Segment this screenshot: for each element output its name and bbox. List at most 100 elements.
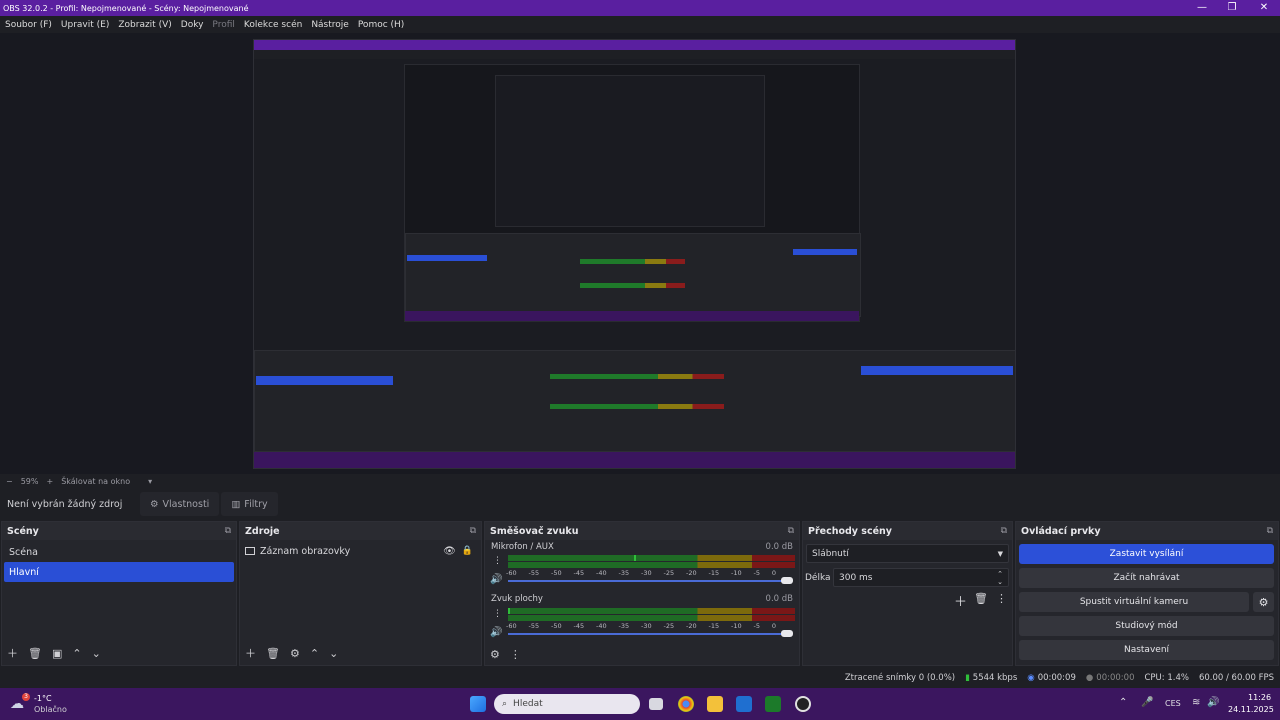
close-button[interactable]: ✕ xyxy=(1248,0,1280,16)
level-meter xyxy=(508,615,795,621)
properties-button[interactable]: ⚙ Vlastnosti xyxy=(140,492,220,516)
undock-icon[interactable]: ⧉ xyxy=(225,526,231,536)
menu-docks[interactable]: Doky xyxy=(181,20,204,30)
stop-streaming-button[interactable]: Zastavit vysílání xyxy=(1019,544,1274,564)
channel-menu-icon[interactable]: ⋮ xyxy=(493,556,502,566)
virtual-camera-settings-gear-icon[interactable]: ⚙ xyxy=(1253,592,1274,612)
volume-slider[interactable] xyxy=(508,633,788,635)
duration-spinbox[interactable]: 300 ms ⌃ ⌄ xyxy=(833,568,1009,587)
filters-button[interactable]: ▥ Filtry xyxy=(221,492,278,516)
zoom-in-button[interactable]: + xyxy=(46,477,53,486)
search-icon: ⌕ xyxy=(502,699,508,709)
move-up-icon[interactable]: ⌃ xyxy=(310,647,319,660)
terminal-icon[interactable] xyxy=(765,696,781,712)
channel-menu-icon[interactable]: ⋮ xyxy=(493,609,502,619)
menu-scene-collection[interactable]: Kolekce scén xyxy=(244,20,302,30)
clock-date[interactable]: 24.11.2025 xyxy=(1228,705,1274,714)
add-transition-icon[interactable]: ＋ xyxy=(954,591,967,610)
more-options-icon[interactable]: ⋮ xyxy=(510,648,521,661)
spin-up-icon[interactable]: ⌃ xyxy=(997,570,1003,578)
menu-view[interactable]: Zobrazit (V) xyxy=(118,20,171,30)
language-indicator[interactable]: CES xyxy=(1165,699,1181,708)
tick-label: -30 xyxy=(641,569,652,577)
scene-item-selected[interactable]: Hlavní xyxy=(4,562,234,582)
source-item[interactable]: Záznam obrazovky 👁 🔒 xyxy=(240,541,481,561)
volume-icon[interactable]: 🔊 xyxy=(1207,697,1219,708)
undock-icon[interactable]: ⧉ xyxy=(788,526,794,536)
scene-item[interactable]: Scéna xyxy=(4,542,234,562)
chevron-down-icon: ▼ xyxy=(997,549,1003,558)
tick-label: -60 xyxy=(506,622,517,630)
taskbar-search[interactable]: ⌕ Hledat xyxy=(494,694,640,714)
preview-canvas[interactable] xyxy=(253,39,1016,469)
chrome-icon[interactable] xyxy=(678,696,694,712)
more-options-icon[interactable]: ⋮ xyxy=(996,592,1007,605)
channel-db: 0.0 dB xyxy=(765,542,793,552)
menu-help[interactable]: Pomoc (H) xyxy=(358,20,405,30)
volume-slider[interactable] xyxy=(508,580,788,582)
volume-slider-handle[interactable] xyxy=(781,577,793,584)
duration-label: Délka xyxy=(805,573,831,583)
speaker-icon[interactable]: 🔊 xyxy=(490,627,502,638)
scene-filters-icon[interactable]: ▣ xyxy=(52,647,62,660)
lock-icon[interactable]: 🔒 xyxy=(462,546,473,556)
advanced-audio-icon[interactable]: ⚙ xyxy=(490,648,500,661)
tick-label: -55 xyxy=(528,569,540,577)
menu-tools[interactable]: Nástroje xyxy=(311,20,349,30)
menu-file[interactable]: Soubor (F) xyxy=(5,20,52,30)
nested-lower-meter-2 xyxy=(550,404,724,409)
move-up-icon[interactable]: ⌃ xyxy=(72,647,81,660)
zoom-out-button[interactable]: − xyxy=(6,477,13,486)
settings-button[interactable]: Nastavení xyxy=(1019,640,1274,660)
obs-icon[interactable] xyxy=(795,696,811,712)
tick-label: 0 xyxy=(771,569,776,577)
start-recording-button[interactable]: Začít nahrávat xyxy=(1019,568,1274,588)
transition-value: Slábnutí xyxy=(812,548,849,559)
nested-main-scene xyxy=(256,376,393,385)
trash-icon[interactable]: 🗑 xyxy=(266,647,280,660)
transition-select[interactable]: Slábnutí ▼ xyxy=(806,544,1009,563)
undock-icon[interactable]: ⧉ xyxy=(470,526,476,536)
store-icon[interactable] xyxy=(736,696,752,712)
clock-time[interactable]: 11:26 xyxy=(1248,693,1271,702)
tick-label: -35 xyxy=(618,622,630,630)
tick-label: -30 xyxy=(641,622,652,630)
spin-down-icon[interactable]: ⌄ xyxy=(997,578,1003,586)
task-view-icon[interactable] xyxy=(649,698,663,710)
mixer-footer: ⚙ ⋮ xyxy=(490,648,521,661)
restore-button[interactable]: ❐ xyxy=(1216,0,1248,16)
tick-label: -35 xyxy=(618,569,630,577)
minimize-button[interactable]: — xyxy=(1186,0,1218,16)
add-icon[interactable]: ＋ xyxy=(7,645,18,661)
add-icon[interactable]: ＋ xyxy=(245,645,256,661)
studio-mode-button[interactable]: Studiový mód xyxy=(1019,616,1274,636)
wifi-icon[interactable]: ≋ xyxy=(1192,697,1200,708)
volume-slider-handle[interactable] xyxy=(781,630,793,637)
move-down-icon[interactable]: ⌄ xyxy=(92,647,101,660)
gear-icon[interactable]: ⚙ xyxy=(290,647,300,660)
speaker-icon[interactable]: 🔊 xyxy=(490,574,502,585)
microphone-icon[interactable]: 🎤 xyxy=(1141,697,1153,708)
scale-mode-dropdown-icon[interactable]: ▾ xyxy=(148,477,152,486)
filters-label: Filtry xyxy=(244,498,268,510)
file-explorer-icon[interactable] xyxy=(707,696,723,712)
eye-icon[interactable]: 👁 xyxy=(443,546,456,557)
windows-start-icon[interactable] xyxy=(470,696,486,712)
nested-titlebar xyxy=(254,40,1015,50)
move-down-icon[interactable]: ⌄ xyxy=(329,647,338,660)
transitions-header: Přechody scény ⧉ xyxy=(803,522,1012,540)
menu-edit[interactable]: Upravit (E) xyxy=(61,20,109,30)
chevron-up-icon[interactable]: ⌃ xyxy=(1119,697,1127,708)
trash-icon[interactable]: 🗑 xyxy=(974,592,988,605)
undock-icon[interactable]: ⧉ xyxy=(1001,526,1007,536)
gear-icon: ⚙ xyxy=(150,498,159,510)
start-virtual-camera-button[interactable]: Spustit virtuální kameru xyxy=(1019,592,1249,612)
tick-label: -25 xyxy=(663,569,675,577)
channel-name: Mikrofon / AUX xyxy=(491,542,554,552)
menu-profile[interactable]: Profil xyxy=(212,20,234,30)
trash-icon[interactable]: 🗑 xyxy=(28,647,42,660)
scale-mode-label[interactable]: Škálovat na okno xyxy=(61,477,130,486)
zoom-value: 59% xyxy=(20,476,39,486)
controls-title: Ovládací prvky xyxy=(1021,525,1101,537)
undock-icon[interactable]: ⧉ xyxy=(1267,526,1273,536)
